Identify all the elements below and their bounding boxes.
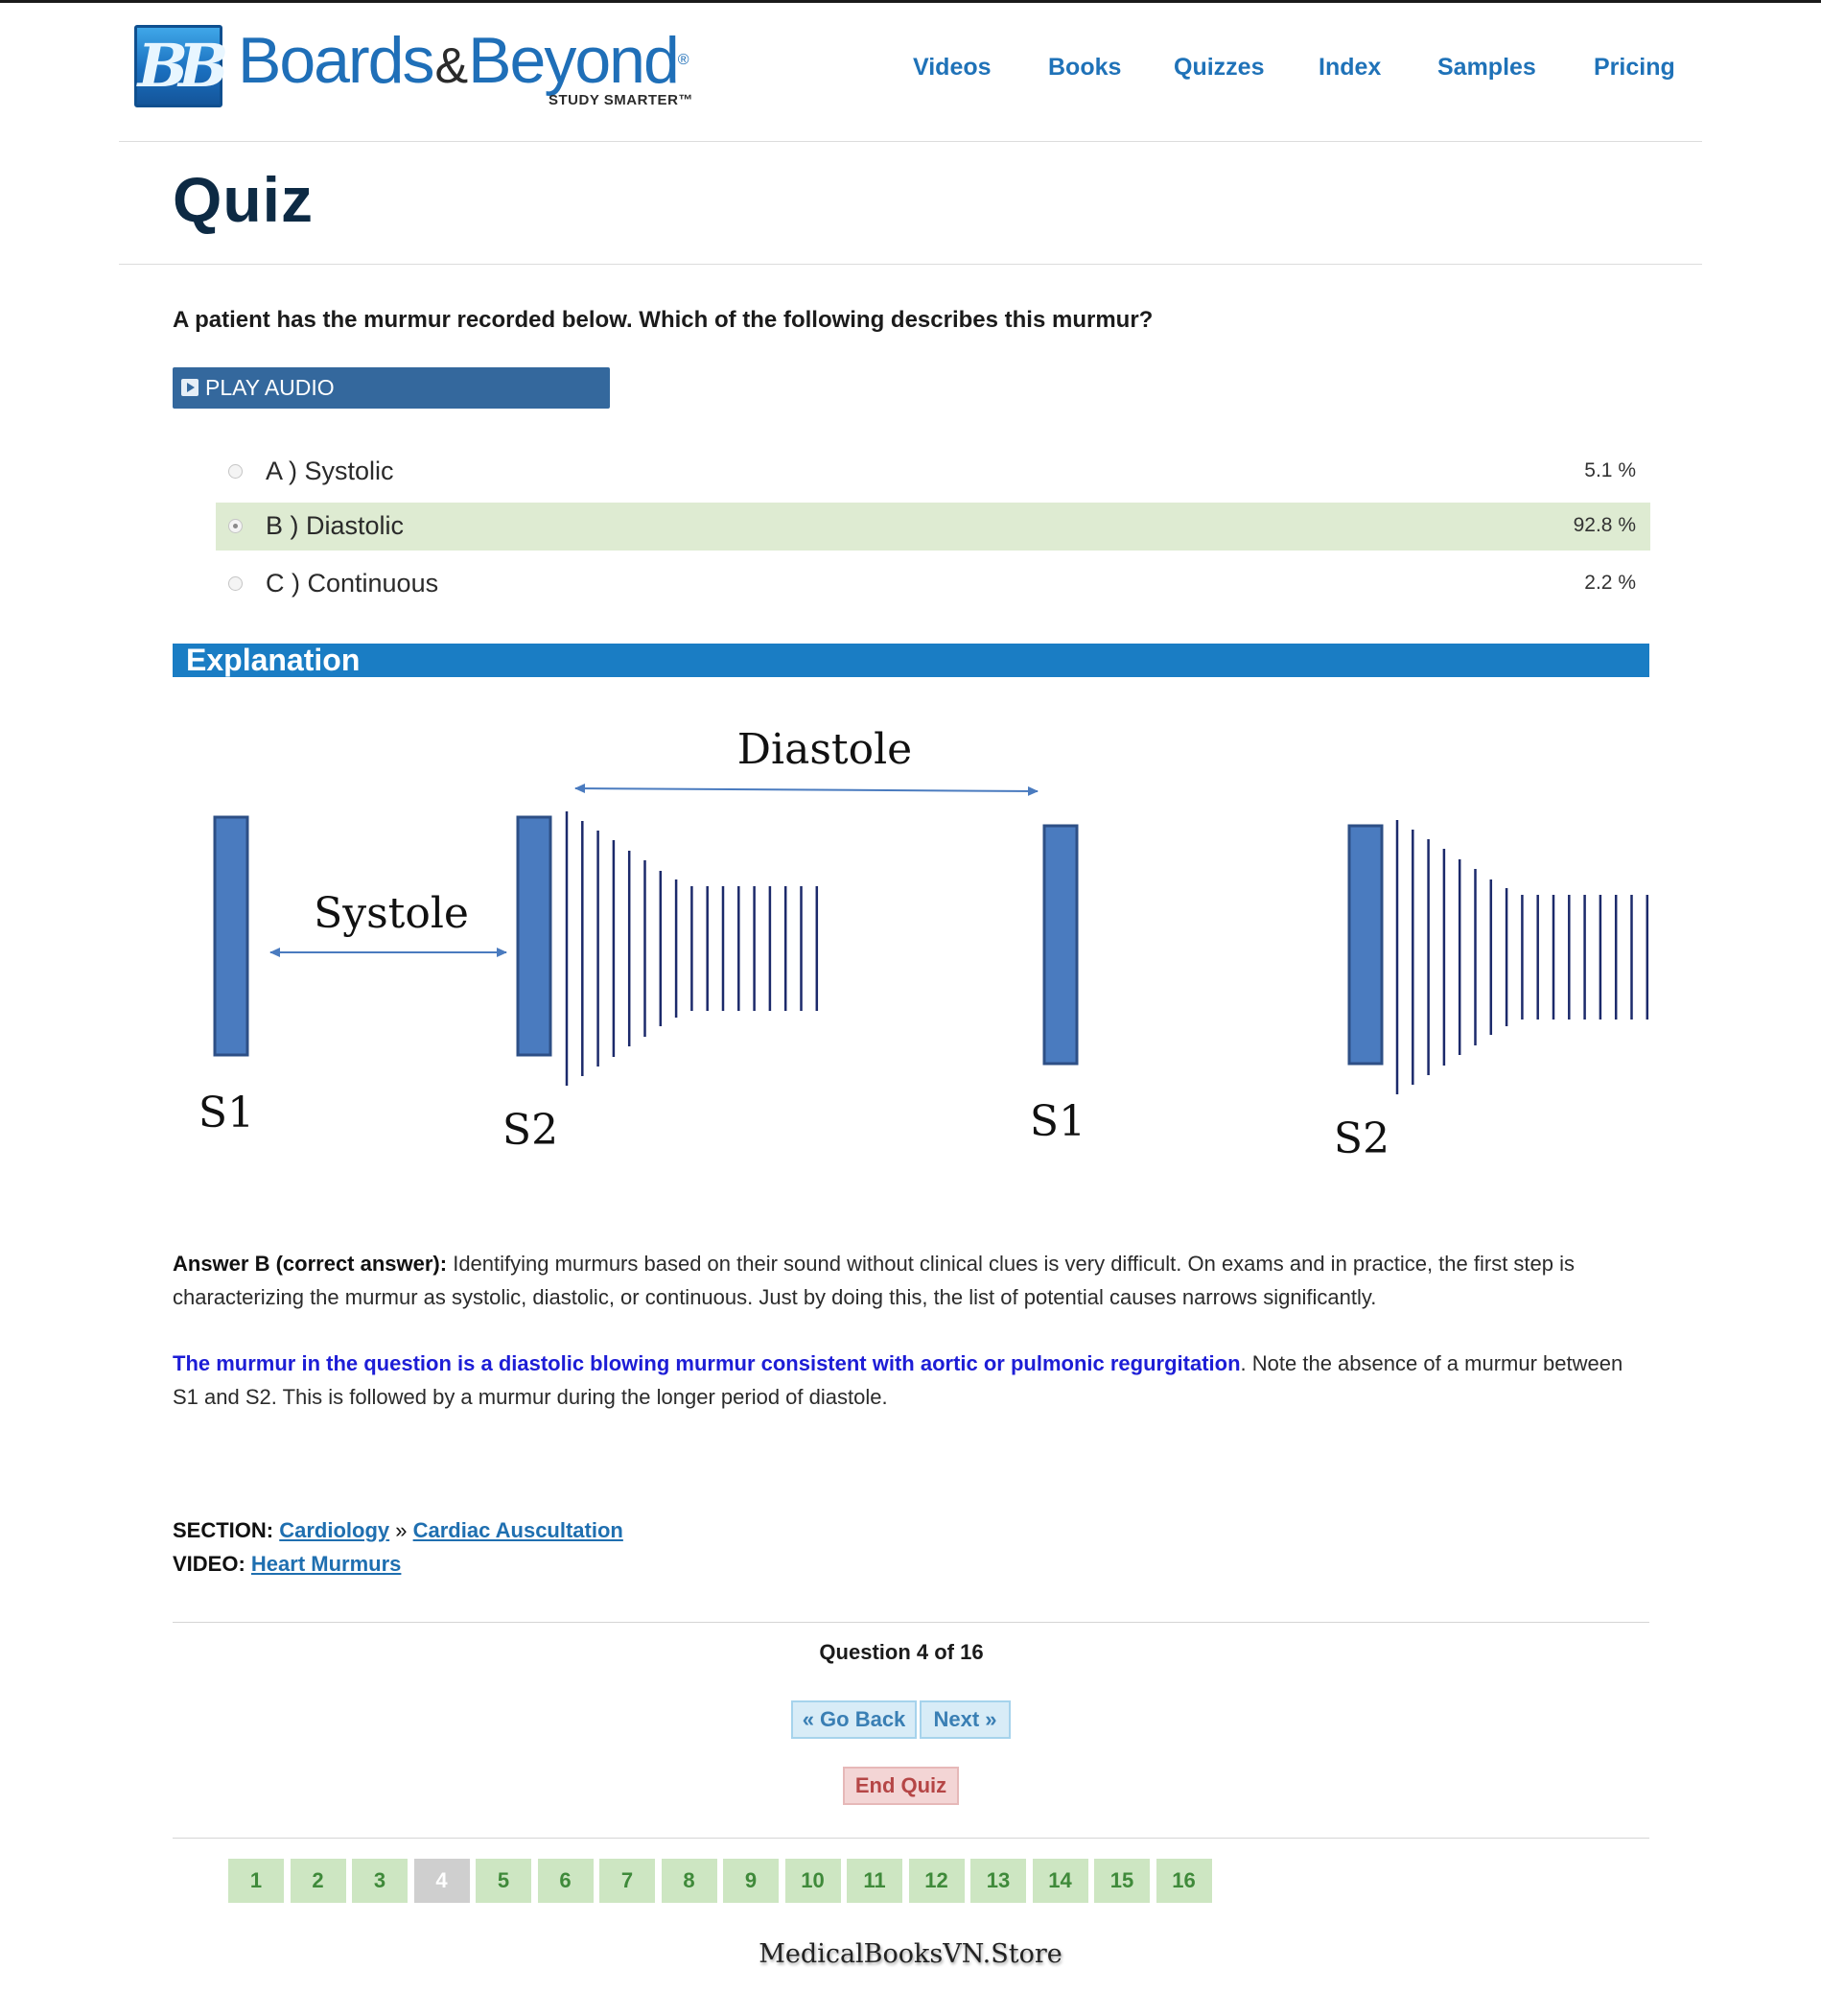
nav-videos[interactable]: Videos xyxy=(913,54,992,82)
question-counter: Question 4 of 16 xyxy=(819,1640,984,1664)
watermark: MedicalBooksVN.Store xyxy=(759,1939,1062,1969)
question-text: A patient has the murmur recorded below.… xyxy=(173,307,1154,333)
answer-option-a[interactable]: A ) Systolic 5.1 % xyxy=(216,448,1650,496)
page-link-16[interactable]: 16 xyxy=(1156,1859,1212,1903)
explanation-paragraph: The murmur in the question is a diastoli… xyxy=(173,1347,1649,1414)
nav-index[interactable]: Index xyxy=(1319,54,1381,82)
option-c-label: C ) Continuous xyxy=(266,569,439,598)
nav-books[interactable]: Books xyxy=(1048,54,1121,82)
brand-tagline: STUDY SMARTER™ xyxy=(549,92,693,108)
video-line: VIDEO: Heart Murmurs xyxy=(173,1552,401,1577)
header-divider xyxy=(119,141,1702,142)
answer-paragraph: Answer B (correct answer): Identifying m… xyxy=(173,1247,1649,1314)
page-link-13[interactable]: 13 xyxy=(970,1859,1026,1903)
s1-label-2: S1 xyxy=(1030,1097,1086,1146)
page-link-2[interactable]: 2 xyxy=(290,1859,346,1903)
page-link-6[interactable]: 6 xyxy=(537,1859,594,1903)
nav-pricing[interactable]: Pricing xyxy=(1594,54,1675,82)
murmur-phonocardiogram-diagram: Diastole Systole S1 S2 S1 S2 xyxy=(198,725,1649,1163)
diastole-label: Diastole xyxy=(737,725,912,774)
s1-label-1: S1 xyxy=(198,1089,254,1137)
page-link-8[interactable]: 8 xyxy=(661,1859,717,1903)
section-label: SECTION: xyxy=(173,1518,274,1542)
page-link-4-current[interactable]: 4 xyxy=(413,1859,470,1903)
main-nav: Videos Books Quizzes Index Samples Prici… xyxy=(0,54,1821,92)
s2-bar-2 xyxy=(1347,824,1384,1066)
video-link-heart-murmurs[interactable]: Heart Murmurs xyxy=(251,1552,401,1576)
section-link-cardiac-auscultation[interactable]: Cardiac Auscultation xyxy=(413,1518,623,1542)
option-b-percent: 92.8 % xyxy=(1573,514,1636,536)
page-link-11[interactable]: 11 xyxy=(847,1859,902,1903)
option-a-label: A ) Systolic xyxy=(266,457,394,485)
title-divider xyxy=(119,264,1702,265)
radio-option-c[interactable] xyxy=(228,576,243,591)
page-link-7[interactable]: 7 xyxy=(599,1859,655,1903)
play-icon xyxy=(181,379,198,396)
diastole-arrow xyxy=(574,784,1039,796)
section-separator: » xyxy=(389,1518,413,1542)
page-link-1[interactable]: 1 xyxy=(228,1859,284,1903)
nav-quizzes[interactable]: Quizzes xyxy=(1174,54,1264,82)
radio-option-a[interactable] xyxy=(228,464,243,479)
diastolic-murmur-1 xyxy=(565,811,819,1086)
page-title: Quiz xyxy=(173,164,314,235)
answer-lead: Answer B (correct answer): xyxy=(173,1252,448,1276)
page-link-9[interactable]: 9 xyxy=(723,1859,779,1903)
page-link-15[interactable]: 15 xyxy=(1094,1859,1150,1903)
section-line: SECTION: Cardiology » Cardiac Auscultati… xyxy=(173,1518,623,1543)
radio-option-b[interactable] xyxy=(228,519,243,533)
video-label: VIDEO: xyxy=(173,1552,245,1576)
s1-bar-1 xyxy=(213,815,249,1057)
nav-samples[interactable]: Samples xyxy=(1437,54,1536,82)
s2-label-1: S2 xyxy=(502,1106,558,1155)
next-button[interactable]: Next » xyxy=(920,1700,1011,1739)
answer-option-c[interactable]: C ) Continuous 2.2 % xyxy=(216,560,1650,608)
play-audio-button[interactable]: PLAY AUDIO xyxy=(173,367,610,409)
footer-divider-bottom xyxy=(173,1838,1649,1839)
footer-divider-top xyxy=(173,1622,1649,1623)
page-link-12[interactable]: 12 xyxy=(908,1859,965,1903)
page-link-3[interactable]: 3 xyxy=(352,1859,408,1903)
systole-label: Systole xyxy=(314,889,469,938)
play-audio-label: PLAY AUDIO xyxy=(205,375,335,400)
go-back-button[interactable]: « Go Back xyxy=(791,1700,917,1739)
section-link-cardiology[interactable]: Cardiology xyxy=(279,1518,389,1542)
page-link-10[interactable]: 10 xyxy=(784,1859,841,1903)
s2-label-2: S2 xyxy=(1334,1114,1389,1163)
answer-option-b[interactable]: B ) Diastolic 92.8 % xyxy=(216,503,1650,551)
explanation-heading: Explanation xyxy=(173,644,1649,677)
top-border xyxy=(0,0,1821,3)
s2-bar-1 xyxy=(516,815,552,1057)
page-link-14[interactable]: 14 xyxy=(1032,1859,1088,1903)
option-a-percent: 5.1 % xyxy=(1584,459,1636,481)
highlighted-explanation: The murmur in the question is a diastoli… xyxy=(173,1351,1241,1375)
option-b-label: B ) Diastolic xyxy=(266,511,405,540)
s1-bar-2 xyxy=(1042,824,1079,1066)
end-quiz-button[interactable]: End Quiz xyxy=(843,1767,959,1805)
diastolic-murmur-2 xyxy=(1395,820,1649,1094)
page-link-5[interactable]: 5 xyxy=(476,1859,531,1903)
option-c-percent: 2.2 % xyxy=(1584,572,1636,594)
